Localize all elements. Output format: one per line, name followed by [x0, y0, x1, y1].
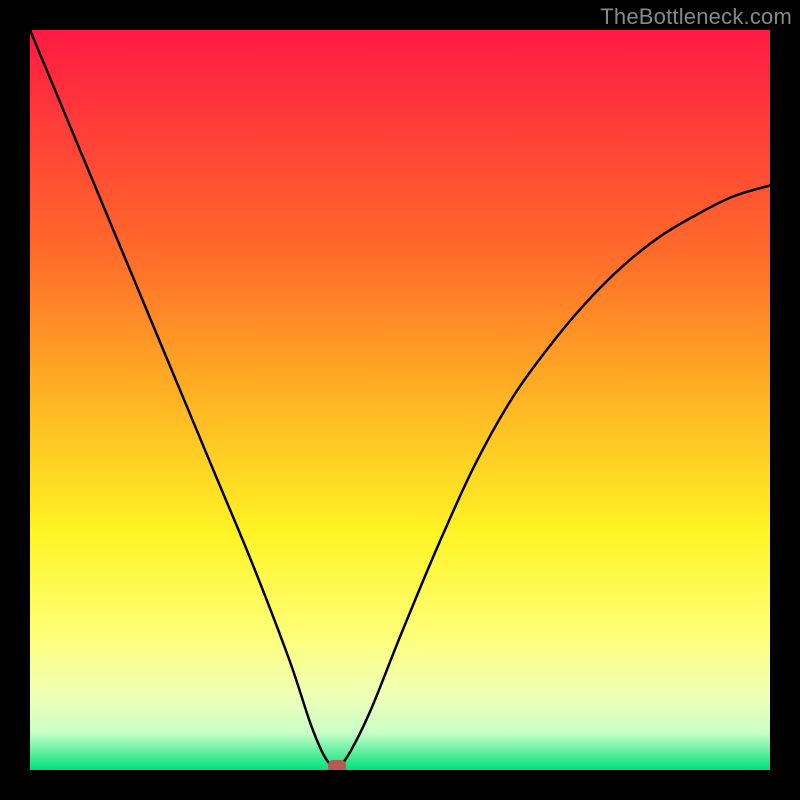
chart-frame: TheBottleneck.com [0, 0, 800, 800]
plot-area [30, 30, 770, 770]
optimal-point-marker [328, 760, 346, 770]
curve-layer [30, 30, 770, 770]
watermark-text: TheBottleneck.com [600, 4, 792, 30]
bottleneck-curve [30, 30, 770, 766]
